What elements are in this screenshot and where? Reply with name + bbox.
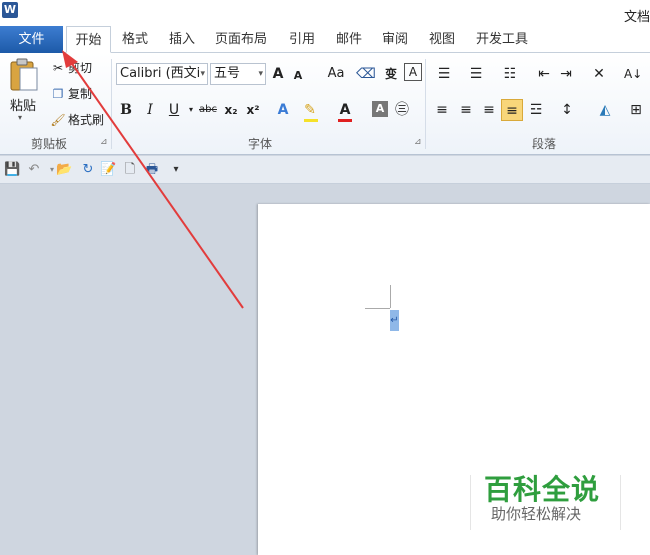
watermark-title: 百科全说	[484, 473, 601, 506]
watermark-divider	[620, 475, 621, 530]
watermark-divider	[470, 475, 471, 530]
watermark-subtitle: 助你轻松解决	[491, 505, 582, 523]
